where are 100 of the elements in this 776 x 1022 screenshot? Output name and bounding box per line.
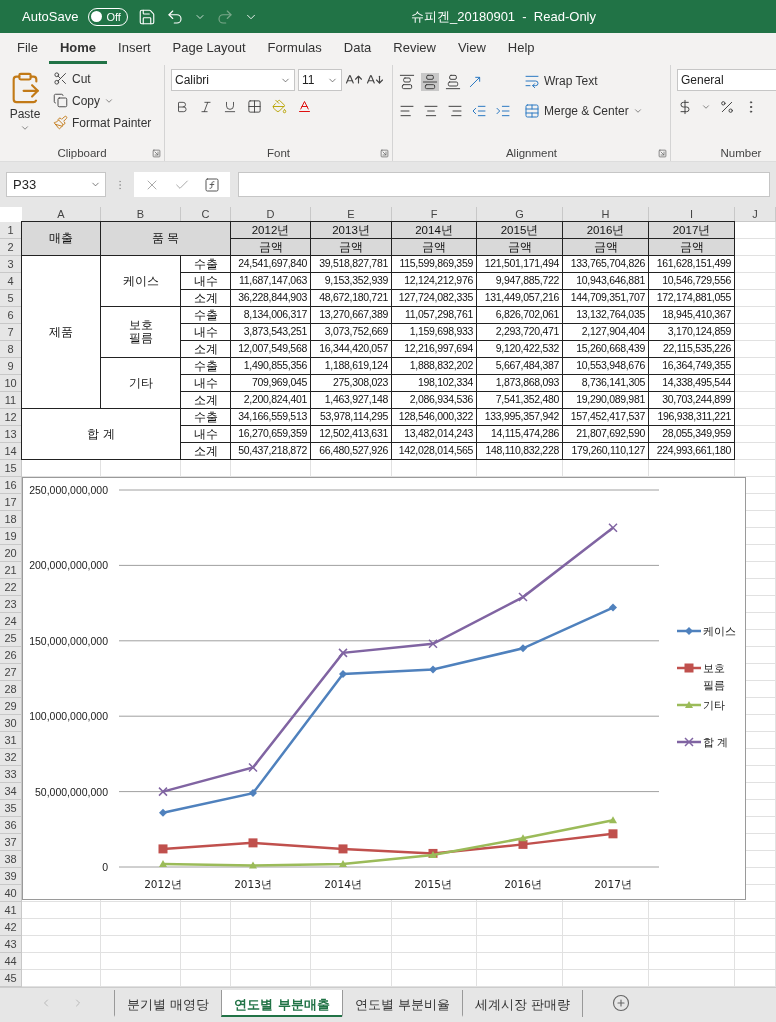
copy-icon[interactable] bbox=[53, 93, 68, 108]
row-number: 26 bbox=[0, 647, 22, 664]
row-number: 5 bbox=[0, 290, 22, 307]
point bbox=[519, 834, 527, 842]
row-number: 11 bbox=[0, 392, 22, 409]
menu-tab[interactable]: Review bbox=[382, 34, 447, 64]
dialog-launcher-icon[interactable] bbox=[658, 149, 667, 158]
wrap-text-button[interactable]: Wrap Text bbox=[521, 71, 646, 91]
legend-item: 기타 bbox=[677, 699, 725, 712]
caret-icon[interactable] bbox=[701, 102, 711, 112]
wrap-text-icon[interactable] bbox=[524, 73, 540, 89]
row-number: 43 bbox=[0, 936, 22, 953]
sheet-tab[interactable]: 세계시장 판매량 bbox=[461, 989, 582, 1017]
font-color-icon[interactable] bbox=[297, 99, 312, 114]
header-cell: 2012년 bbox=[230, 221, 311, 239]
point bbox=[608, 829, 618, 839]
bold-icon[interactable] bbox=[175, 99, 189, 114]
menu-tab[interactable]: Page Layout bbox=[161, 34, 257, 64]
row-number: 21 bbox=[0, 562, 22, 579]
menu-tab[interactable]: Formulas bbox=[256, 34, 333, 64]
point bbox=[339, 859, 347, 867]
increase-indent-icon[interactable] bbox=[495, 103, 511, 119]
row-number: 25 bbox=[0, 630, 22, 647]
header-cell: 2014년 bbox=[391, 221, 477, 239]
caret-icon[interactable] bbox=[632, 106, 643, 116]
row-number: 34 bbox=[0, 783, 22, 800]
function-icon[interactable] bbox=[204, 176, 220, 193]
name-box[interactable]: P33 bbox=[6, 172, 106, 197]
empty-cell bbox=[181, 953, 231, 970]
axis-label: 2015년 bbox=[414, 878, 452, 890]
dialog-launcher-icon[interactable] bbox=[380, 149, 389, 158]
empty-cell bbox=[735, 953, 776, 970]
point bbox=[428, 639, 438, 649]
fill-color-icon[interactable] bbox=[272, 99, 287, 114]
sheet-tab[interactable]: 연도별 부분매출 bbox=[221, 989, 342, 1017]
legend-label: 케이스 bbox=[703, 625, 736, 638]
row-number: 38 bbox=[0, 851, 22, 868]
middle-align-button[interactable] bbox=[421, 73, 439, 91]
currency-icon[interactable] bbox=[677, 99, 693, 115]
point bbox=[248, 762, 258, 773]
align-center-icon[interactable] bbox=[423, 103, 439, 119]
row-number: 23 bbox=[0, 596, 22, 613]
copy-button[interactable]: Copy bbox=[50, 91, 155, 110]
orientation-icon[interactable] bbox=[467, 74, 483, 90]
borders-icon[interactable] bbox=[247, 99, 262, 114]
row-number: 15 bbox=[0, 460, 22, 477]
row-number: 1 bbox=[0, 222, 22, 239]
redo-icon[interactable] bbox=[215, 7, 234, 26]
point bbox=[429, 665, 437, 674]
point bbox=[159, 859, 167, 867]
align-left-icon[interactable] bbox=[399, 103, 415, 119]
menu-tab[interactable]: Help bbox=[496, 34, 546, 64]
decrease-indent-icon[interactable] bbox=[471, 103, 487, 119]
menu-tab[interactable]: Data bbox=[332, 34, 383, 64]
row-number: 27 bbox=[0, 664, 22, 681]
point bbox=[518, 592, 528, 602]
menu-tab[interactable]: File bbox=[6, 34, 49, 64]
group-label: Font bbox=[267, 147, 290, 159]
bottom-align-icon[interactable] bbox=[445, 74, 461, 90]
point bbox=[608, 522, 618, 533]
axis-label: 2016년 bbox=[504, 878, 542, 890]
sheet-tab[interactable]: 연도별 부분비율 bbox=[341, 989, 462, 1017]
header-cell: 금액 bbox=[562, 238, 649, 256]
number-format-dropdown[interactable]: General bbox=[677, 69, 776, 91]
merge-icon[interactable] bbox=[524, 103, 540, 119]
caret-icon[interactable] bbox=[20, 123, 30, 133]
font-size-dropdown[interactable]: 11 bbox=[298, 69, 342, 91]
save-icon[interactable] bbox=[137, 7, 156, 26]
row-number: 8 bbox=[0, 341, 22, 358]
row-number: 30 bbox=[0, 715, 22, 732]
paste-button[interactable]: Paste bbox=[6, 69, 44, 147]
axis-label: 100,000,000,000 bbox=[29, 710, 108, 723]
dialog-launcher-icon[interactable] bbox=[152, 149, 161, 158]
font-name-dropdown[interactable]: Calibri bbox=[171, 69, 295, 91]
italic-icon[interactable] bbox=[199, 99, 213, 114]
align-right-icon[interactable] bbox=[447, 103, 463, 119]
menu-tab[interactable]: View bbox=[446, 34, 497, 64]
top-align-icon[interactable] bbox=[399, 74, 415, 90]
cut-button[interactable]: Cut bbox=[50, 69, 155, 88]
axis-label: 2017년 bbox=[594, 878, 632, 890]
empty-cell bbox=[181, 902, 231, 919]
row-number: 13 bbox=[0, 426, 22, 443]
underline-icon[interactable] bbox=[223, 99, 237, 114]
brush-icon[interactable] bbox=[53, 115, 68, 130]
row-number: 20 bbox=[0, 545, 22, 562]
percent-icon[interactable] bbox=[719, 99, 735, 115]
cut-icon[interactable] bbox=[53, 71, 68, 86]
format-painter-button[interactable]: Format Painter bbox=[50, 113, 155, 132]
formula-input[interactable] bbox=[238, 172, 770, 197]
menu-tab[interactable]: Insert bbox=[107, 34, 162, 64]
row-number: 39 bbox=[0, 868, 22, 885]
merge-center-button[interactable]: Merge & Center bbox=[521, 101, 646, 121]
row-number: 45 bbox=[0, 970, 22, 987]
legend-item: 케이스 bbox=[677, 625, 736, 638]
row-number: 28 bbox=[0, 681, 22, 698]
add-sheet-icon[interactable] bbox=[611, 994, 630, 1012]
row-number: 42 bbox=[0, 919, 22, 936]
axis-label: 200,000,000,000 bbox=[29, 559, 108, 572]
undo-icon[interactable] bbox=[165, 7, 184, 26]
group-label: Number bbox=[720, 147, 762, 159]
